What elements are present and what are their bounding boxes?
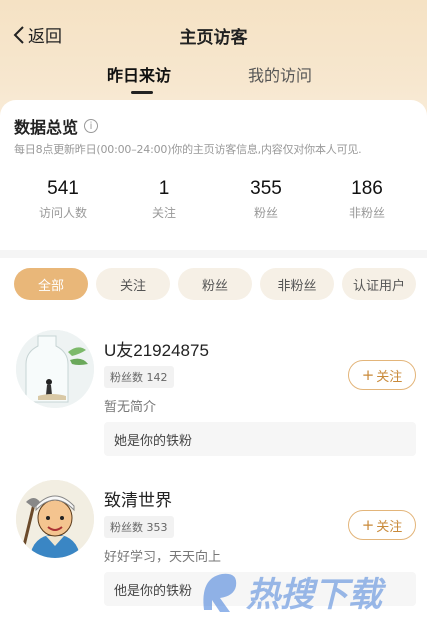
filter-fans[interactable]: 粉丝 [178, 268, 252, 300]
stat-value: 541 [47, 178, 79, 199]
stat-label: 粉丝 [253, 206, 278, 220]
filter-chips: 全部 关注 粉丝 非粉丝 认证用户 [0, 268, 427, 304]
avatar-image [16, 480, 94, 558]
active-tab-indicator [131, 91, 153, 94]
data-overview-card: 数据总览 i 每日8点更新昨日(00:00–24:00)你的主页访客信息,内容仅… [0, 100, 427, 248]
stat-label: 非粉丝 [348, 206, 385, 220]
visitor-item[interactable]: U友21924875 粉丝数 142 暂无简介 她是你的铁粉 + 关注 [0, 330, 427, 480]
fans-count-badge: 粉丝数 142 [104, 366, 174, 388]
overview-title-text: 数据总览 [14, 118, 79, 137]
tab-bar: 昨日来访 我的访问 [0, 62, 427, 98]
fans-count-value: 353 [146, 520, 168, 534]
tab-my-visits[interactable]: 我的访问 [248, 62, 312, 86]
visitor-bio: 好好学习，天天向上 [104, 550, 222, 565]
tab-yesterday-visits[interactable]: 昨日来访 [107, 62, 171, 86]
stat-value: 355 [250, 178, 282, 199]
overview-title: 数据总览 i [14, 114, 99, 138]
stat-value: 1 [158, 178, 170, 199]
visitor-bio: 暂无简介 [104, 400, 157, 415]
fans-count-value: 142 [146, 370, 168, 384]
fans-count-label: 粉丝数 [110, 521, 143, 534]
visitor-name[interactable]: 致清世界 [104, 486, 172, 511]
stats-row: 541 访问人数 1 关注 355 粉丝 186 非粉丝 [0, 178, 427, 228]
page-title: 主页访客 [179, 28, 248, 48]
follow-button[interactable]: + 关注 [348, 510, 416, 540]
avatar-image [16, 330, 94, 408]
stat-label: 访问人数 [38, 206, 87, 220]
top-bar: 返回 主页访客 [0, 0, 427, 70]
follow-label: 关注 [376, 369, 403, 385]
filter-all[interactable]: 全部 [14, 268, 88, 300]
stat-visitors[interactable]: 541 访问人数 [18, 178, 108, 221]
section-divider [0, 250, 427, 258]
avatar[interactable] [16, 480, 94, 558]
fans-count-badge: 粉丝数 353 [104, 516, 174, 538]
relation-tag: 他是你的铁粉 [104, 572, 416, 606]
stat-fans[interactable]: 355 粉丝 [221, 178, 311, 221]
plus-icon: + [361, 366, 375, 384]
visitor-item[interactable]: 致清世界 粉丝数 353 好好学习，天天向上 他是你的铁粉 + 关注 [0, 480, 427, 624]
follow-label: 关注 [376, 519, 403, 535]
plus-icon: + [361, 516, 375, 534]
follow-button[interactable]: + 关注 [348, 360, 416, 390]
visitor-name[interactable]: U友21924875 [104, 336, 209, 361]
stat-value: 186 [351, 178, 383, 199]
stat-label: 关注 [151, 206, 176, 220]
filter-non-fans[interactable]: 非粉丝 [260, 268, 334, 300]
stat-following[interactable]: 1 关注 [119, 178, 209, 221]
info-icon[interactable]: i [84, 119, 99, 133]
filter-verified[interactable]: 认证用户 [342, 268, 416, 300]
overview-description: 每日8点更新昨日(00:00–24:00)你的主页访客信息,内容仅对你本人可见. [14, 143, 362, 156]
stat-non-fans[interactable]: 186 非粉丝 [322, 178, 412, 221]
relation-tag: 她是你的铁粉 [104, 422, 416, 456]
fans-count-label: 粉丝数 [110, 371, 143, 384]
filter-following[interactable]: 关注 [96, 268, 170, 300]
avatar[interactable] [16, 330, 94, 408]
